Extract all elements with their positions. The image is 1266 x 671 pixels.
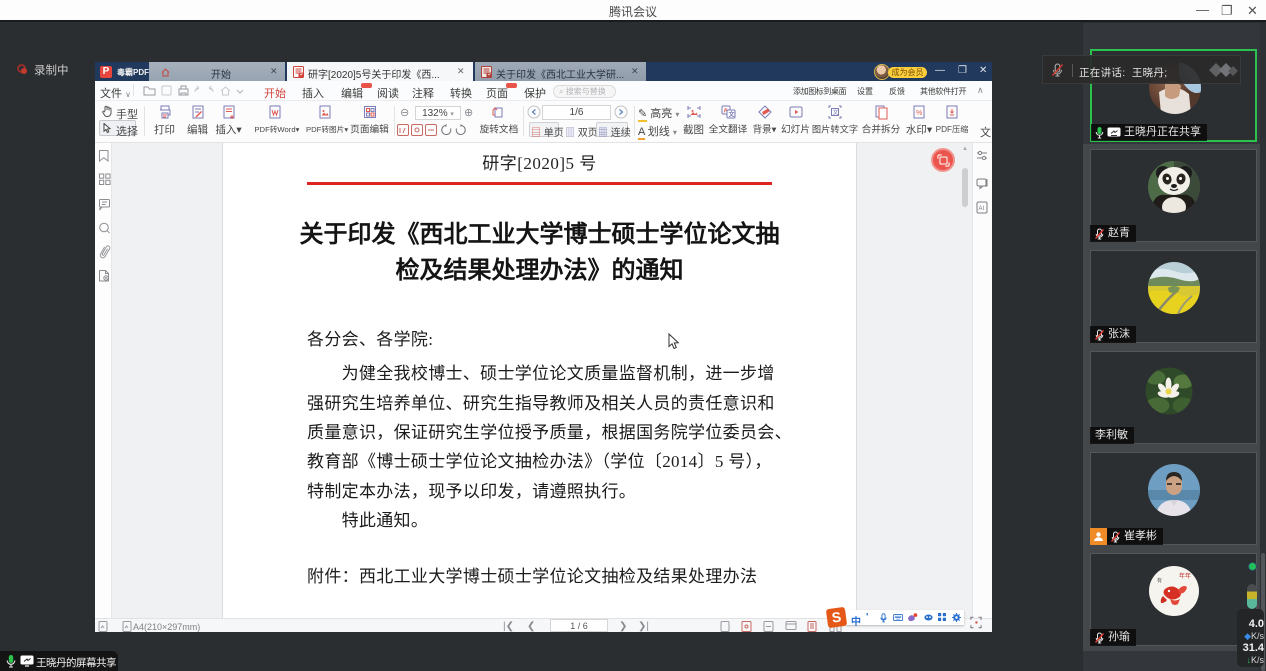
svg-text:文: 文 — [833, 109, 839, 117]
svg-text:年年: 年年 — [1179, 572, 1191, 580]
svg-text:AI: AI — [979, 206, 985, 212]
svg-text:文: 文 — [728, 111, 736, 119]
svg-text:%: % — [916, 110, 922, 117]
svg-text:有: 有 — [1157, 577, 1162, 584]
